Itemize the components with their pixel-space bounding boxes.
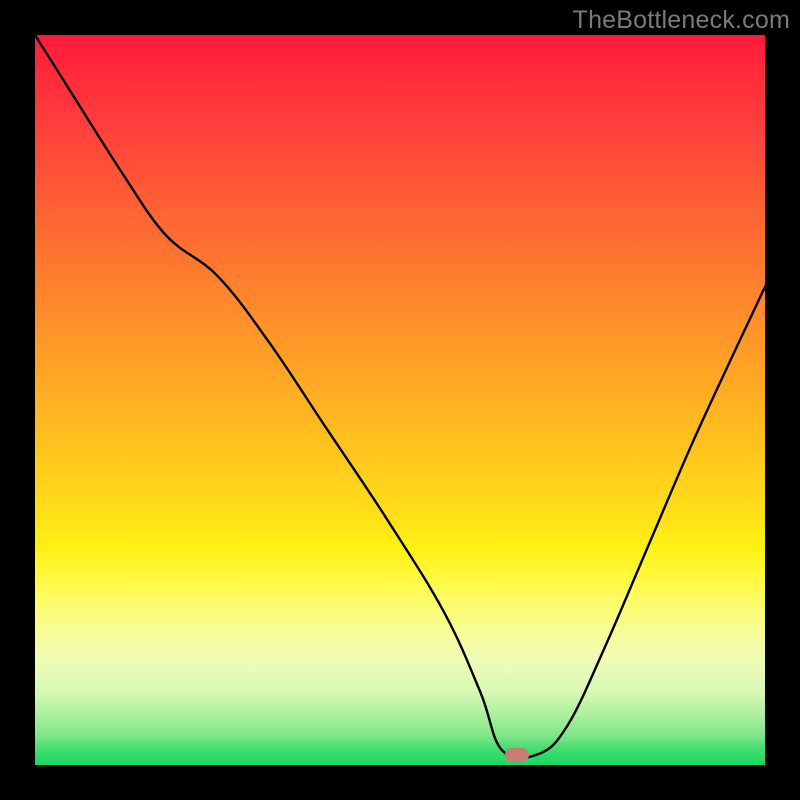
watermark-text: TheBottleneck.com <box>573 6 790 35</box>
optimum-marker <box>505 748 529 762</box>
chart-frame: TheBottleneck.com <box>0 0 800 800</box>
bottleneck-curve <box>35 35 765 765</box>
plot-area <box>35 35 765 765</box>
